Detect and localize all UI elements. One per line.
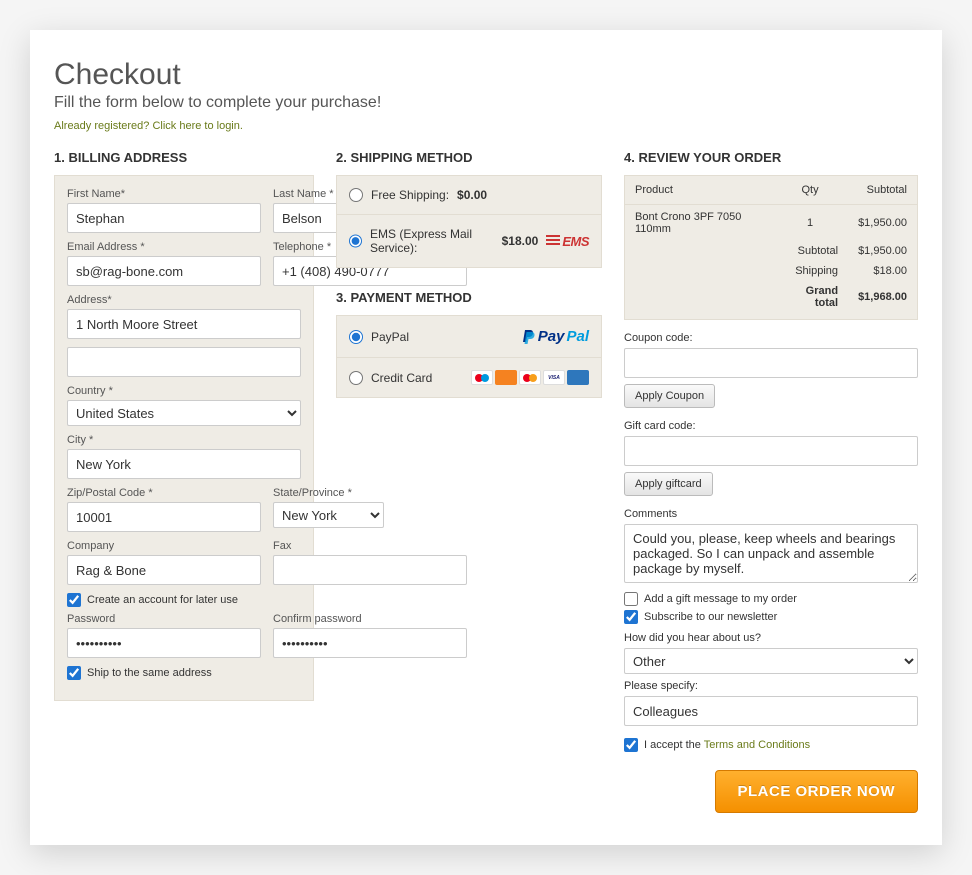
terms-checkbox[interactable] bbox=[624, 738, 638, 752]
grand-label: Grand total bbox=[772, 281, 848, 320]
credit-card-logos: VISA bbox=[471, 370, 589, 385]
city-label: City * bbox=[67, 434, 301, 446]
password-input[interactable] bbox=[67, 628, 261, 658]
ship-same-label: Ship to the same address bbox=[87, 667, 212, 679]
payment-option-paypal[interactable]: PayPal PayPal bbox=[337, 316, 601, 357]
payment-radio-paypal[interactable] bbox=[349, 330, 363, 344]
apply-giftcard-button[interactable]: Apply giftcard bbox=[624, 472, 713, 496]
th-subtotal: Subtotal bbox=[848, 176, 917, 205]
create-account-label: Create an account for later use bbox=[87, 594, 238, 606]
shipping-radio-ems[interactable] bbox=[349, 234, 362, 248]
payment-option-credit[interactable]: Credit Card VISA bbox=[337, 357, 601, 397]
comments-label: Comments bbox=[624, 508, 918, 520]
newsletter-checkbox[interactable] bbox=[624, 610, 638, 624]
grand-value: $1,968.00 bbox=[848, 281, 917, 320]
email-label: Email Address * bbox=[67, 241, 261, 253]
terms-text: I accept the Terms and Conditions bbox=[644, 739, 810, 751]
shipping-free-price: $0.00 bbox=[457, 188, 487, 202]
payment-options: PayPal PayPal Credit Card VISA bbox=[336, 315, 602, 398]
address1-input[interactable] bbox=[67, 309, 301, 339]
hear-label: How did you hear about us? bbox=[624, 632, 918, 644]
payment-radio-credit[interactable] bbox=[349, 371, 363, 385]
shipping-option-free[interactable]: Free Shipping: $0.00 bbox=[337, 176, 601, 214]
paypal-logo: PayPal bbox=[522, 328, 589, 345]
page-subtitle: Fill the form below to complete your pur… bbox=[54, 94, 918, 112]
apply-coupon-button[interactable]: Apply Coupon bbox=[624, 384, 715, 408]
password-label: Password bbox=[67, 613, 261, 625]
th-product: Product bbox=[625, 176, 773, 205]
giftcard-input[interactable] bbox=[624, 436, 918, 466]
zip-input[interactable] bbox=[67, 502, 261, 532]
order-table: Product Qty Subtotal Bont Crono 3PF 7050… bbox=[624, 175, 918, 320]
summary-row: Shipping $18.00 bbox=[625, 261, 918, 281]
ship-same-checkbox[interactable] bbox=[67, 666, 81, 680]
newsletter-label: Subscribe to our newsletter bbox=[644, 611, 777, 623]
payment-paypal-label: PayPal bbox=[371, 330, 409, 344]
address2-input[interactable] bbox=[67, 347, 301, 377]
item-qty: 1 bbox=[772, 205, 848, 242]
shipping-ems-label: EMS (Express Mail Service): bbox=[370, 227, 494, 255]
coupon-label: Coupon code: bbox=[624, 332, 918, 344]
comments-textarea[interactable]: Could you, please, keep wheels and beari… bbox=[624, 524, 918, 583]
ems-logo: EMS bbox=[546, 234, 589, 249]
mastercard-icon bbox=[519, 370, 541, 385]
payment-section-title: 3. PAYMENT METHOD bbox=[336, 290, 602, 305]
create-account-checkbox[interactable] bbox=[67, 593, 81, 607]
country-label: Country * bbox=[67, 385, 301, 397]
email-input[interactable] bbox=[67, 256, 261, 286]
sum-subtotal-label: Subtotal bbox=[772, 241, 848, 261]
visa-icon: VISA bbox=[543, 370, 565, 385]
company-input[interactable] bbox=[67, 555, 261, 585]
maestro-icon bbox=[471, 370, 493, 385]
page-title: Checkout bbox=[54, 58, 918, 92]
summary-row: Subtotal $1,950.00 bbox=[625, 241, 918, 261]
terms-prefix: I accept the bbox=[644, 739, 704, 751]
gift-message-label: Add a gift message to my order bbox=[644, 593, 797, 605]
hear-select[interactable]: Other bbox=[624, 648, 918, 674]
th-qty: Qty bbox=[772, 176, 848, 205]
country-select[interactable]: United States bbox=[67, 400, 301, 426]
shipping-ems-price: $18.00 bbox=[502, 234, 539, 248]
discover-icon bbox=[495, 370, 517, 385]
shipping-option-ems[interactable]: EMS (Express Mail Service): $18.00 EMS bbox=[337, 214, 601, 267]
shipping-radio-free[interactable] bbox=[349, 188, 363, 202]
terms-link[interactable]: Terms and Conditions bbox=[704, 739, 810, 751]
item-name: Bont Crono 3PF 7050 110mm bbox=[625, 205, 773, 242]
address-label: Address* bbox=[67, 294, 301, 306]
sum-shipping-value: $18.00 bbox=[848, 261, 917, 281]
table-row: Bont Crono 3PF 7050 110mm 1 $1,950.00 bbox=[625, 205, 918, 242]
specify-input[interactable] bbox=[624, 696, 918, 726]
zip-label: Zip/Postal Code * bbox=[67, 487, 261, 499]
shipping-free-label: Free Shipping: bbox=[371, 188, 449, 202]
amex-icon bbox=[567, 370, 589, 385]
giftcard-label: Gift card code: bbox=[624, 420, 918, 432]
gift-message-checkbox[interactable] bbox=[624, 592, 638, 606]
first-name-input[interactable] bbox=[67, 203, 261, 233]
shipping-section-title: 2. SHIPPING METHOD bbox=[336, 150, 602, 165]
city-input[interactable] bbox=[67, 449, 301, 479]
billing-section-title: 1. BILLING ADDRESS bbox=[54, 150, 314, 165]
sum-subtotal-value: $1,950.00 bbox=[848, 241, 917, 261]
company-label: Company bbox=[67, 540, 261, 552]
payment-credit-label: Credit Card bbox=[371, 371, 432, 385]
place-order-button[interactable]: PLACE ORDER NOW bbox=[715, 770, 919, 813]
specify-label: Please specify: bbox=[624, 680, 918, 692]
first-name-label: First Name* bbox=[67, 188, 261, 200]
grand-total-row: Grand total $1,968.00 bbox=[625, 281, 918, 320]
shipping-options: Free Shipping: $0.00 EMS (Express Mail S… bbox=[336, 175, 602, 268]
item-subtotal: $1,950.00 bbox=[848, 205, 917, 242]
review-section-title: 4. REVIEW YOUR ORDER bbox=[624, 150, 918, 165]
coupon-input[interactable] bbox=[624, 348, 918, 378]
sum-shipping-label: Shipping bbox=[772, 261, 848, 281]
login-link[interactable]: Already registered? Click here to login. bbox=[54, 120, 243, 132]
billing-panel: First Name* Last Name * Email Address * … bbox=[54, 175, 314, 701]
